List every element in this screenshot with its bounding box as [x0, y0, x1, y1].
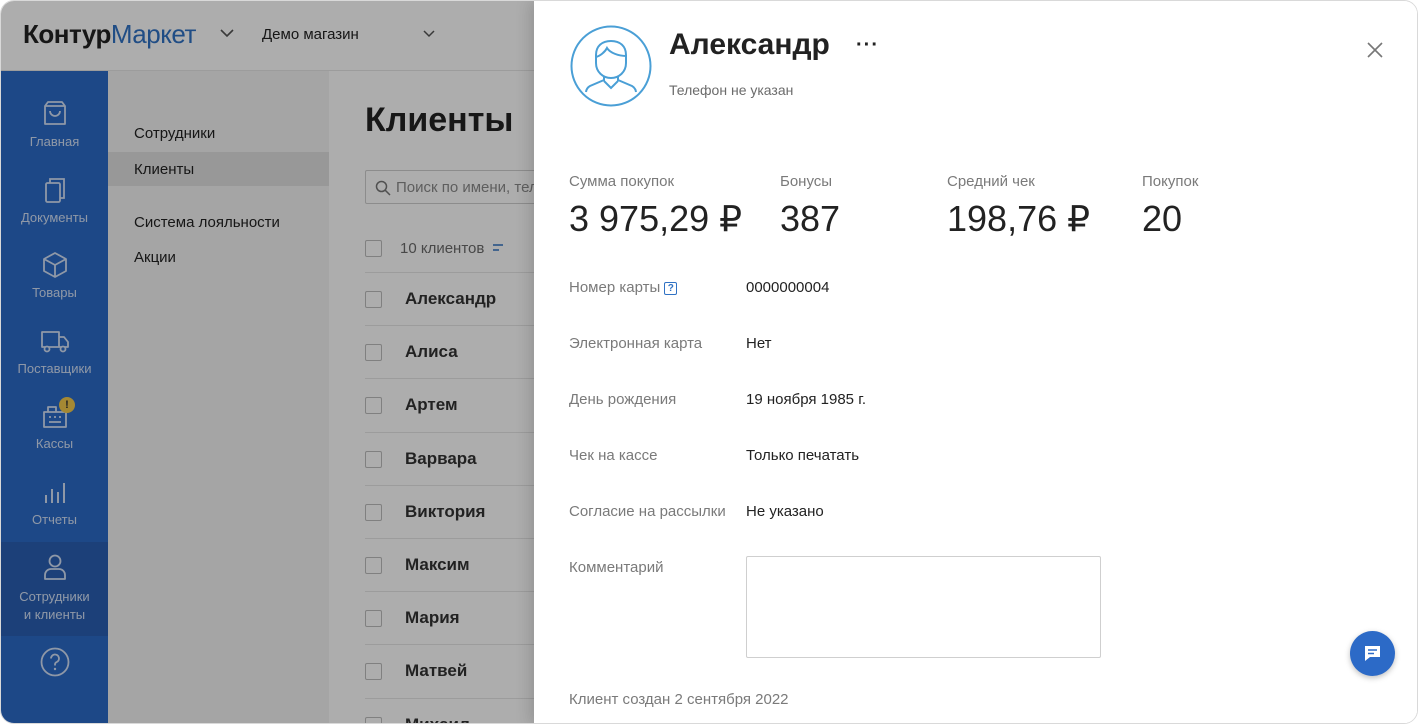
field-label-comment: Комментарий [569, 559, 664, 576]
field-label-e-card: Электронная карта [569, 335, 703, 352]
field-label-card-number: Номер карты? [569, 279, 678, 296]
chat-button[interactable] [1350, 631, 1395, 676]
stat-value: 387 [780, 198, 841, 239]
close-icon[interactable] [1364, 39, 1386, 61]
field-value-birthday: 19 ноября 1985 г. [746, 391, 866, 408]
client-name: Александр [669, 28, 830, 61]
stat-total-purchases: Сумма покупок 3 975,29 ₽ [569, 173, 742, 240]
field-label-consent: Согласие на рассылки [569, 503, 726, 520]
stat-value: 198,76 ₽ [947, 198, 1091, 239]
client-phone: Телефон не указан [669, 82, 794, 98]
stat-value: 20 [1142, 198, 1183, 239]
field-value-card-number: 0000000004 [746, 279, 830, 296]
stat-label: Средний чек [947, 173, 1035, 190]
created-date: Клиент создан 2 сентября 2022 [569, 691, 789, 708]
field-label-birthday: День рождения [569, 391, 677, 408]
field-value-e-card: Нет [746, 335, 772, 352]
app-window: КонтурМаркет Демо магазин Главная Докуме… [0, 0, 1418, 724]
comment-field[interactable] [746, 556, 1101, 658]
chat-icon [1365, 646, 1380, 661]
stat-average-check: Средний чек 198,76 ₽ [947, 173, 1090, 240]
client-drawer: Александр ··· Телефон не указан Сумма по… [534, 1, 1417, 723]
avatar-icon [570, 25, 652, 107]
field-value-consent: Не указано [746, 503, 824, 520]
modal-overlay[interactable] [1, 1, 534, 723]
stat-bonuses: Бонусы 387 [780, 173, 840, 240]
field-value-receipt: Только печатать [746, 447, 860, 464]
stat-label: Бонусы [780, 173, 833, 190]
stat-label: Сумма покупок [569, 173, 675, 190]
stat-label: Покупок [1142, 173, 1199, 190]
more-actions-button[interactable]: ··· [856, 34, 879, 57]
stat-purchase-count: Покупок 20 [1142, 173, 1198, 240]
field-label-receipt: Чек на кассе [569, 447, 658, 464]
stat-value: 3 975,29 ₽ [569, 198, 743, 239]
help-icon[interactable]: ? [664, 282, 678, 295]
